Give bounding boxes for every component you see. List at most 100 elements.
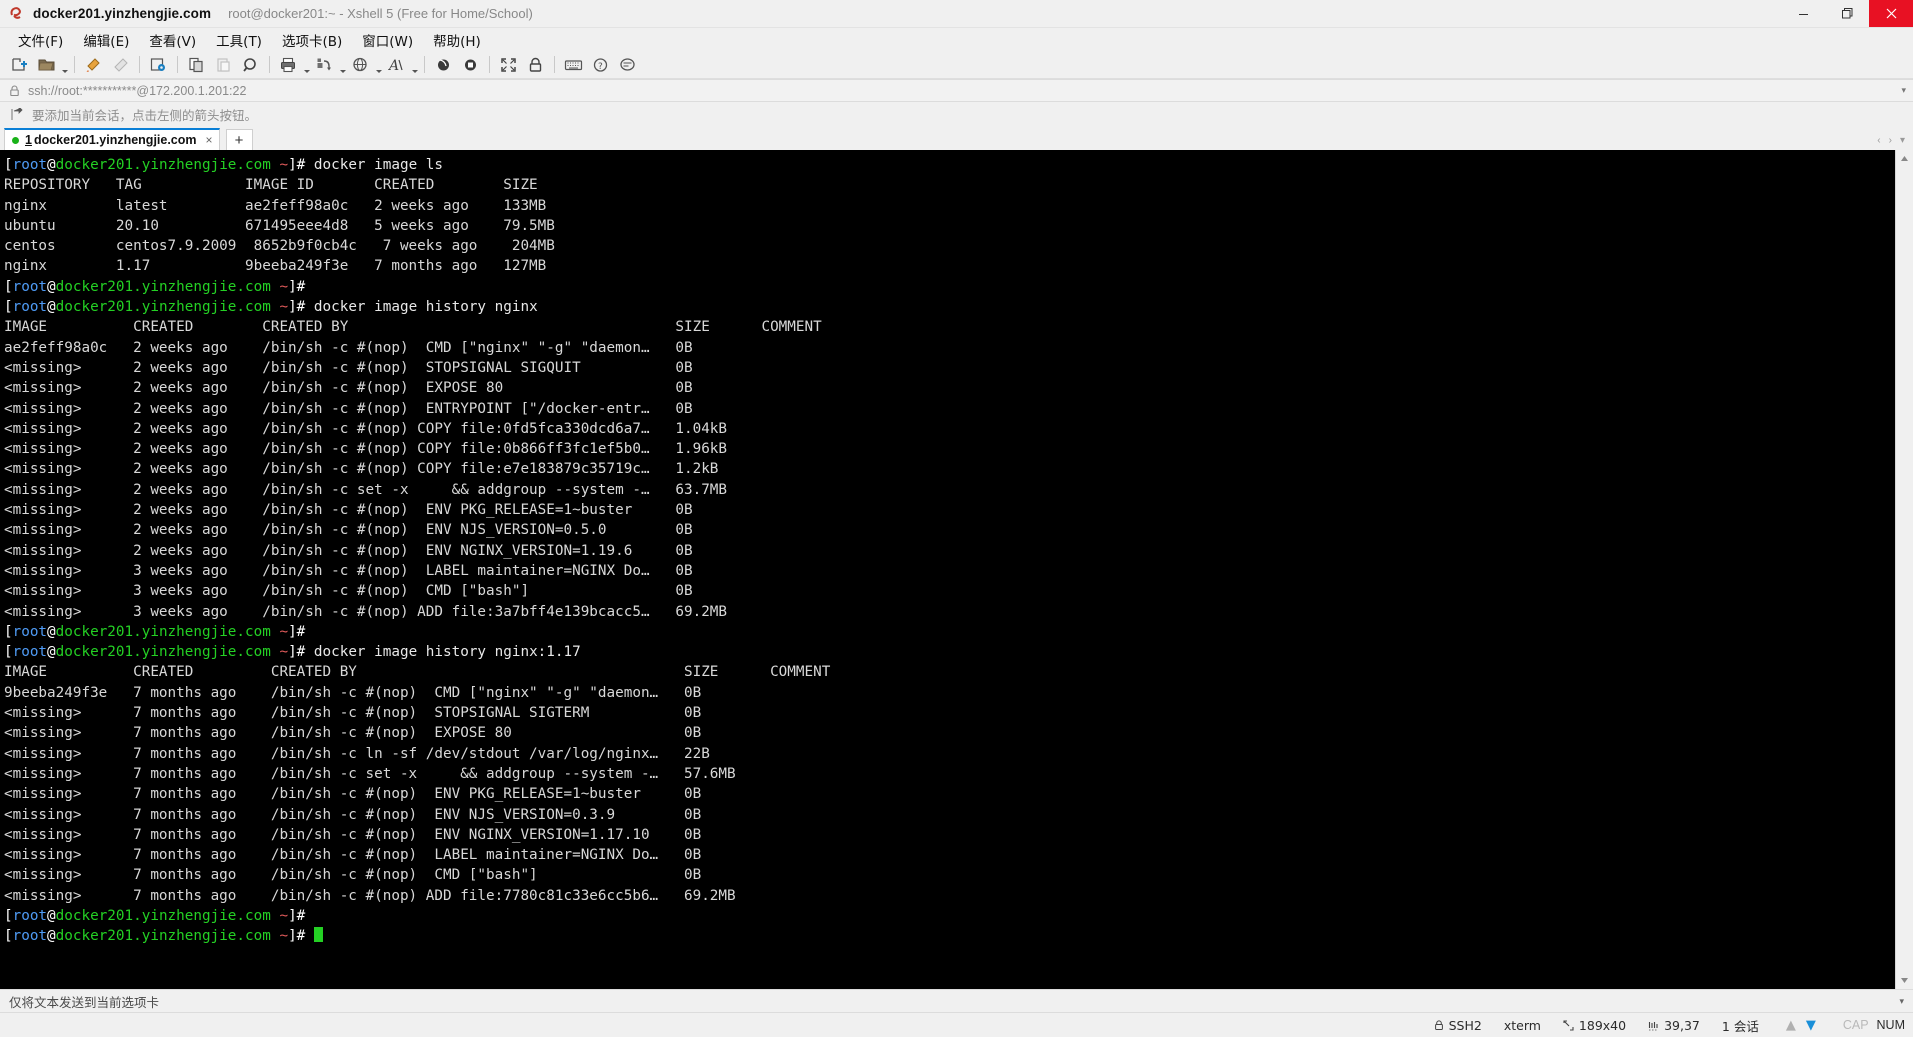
terminal-prompt-line: [root@docker201.yinzhengjie.com ~]# dock…: [4, 644, 581, 661]
transfer-icon[interactable]: [311, 53, 338, 76]
font-icon[interactable]: A: [383, 53, 410, 76]
terminal-scrollbar[interactable]: [1895, 150, 1913, 989]
menu-edit[interactable]: 编辑(E): [74, 28, 138, 52]
toolbar-separator: [554, 56, 555, 73]
terminal-line: <missing> 2 weeks ago /bin/sh -c #(nop) …: [4, 359, 693, 376]
new-session-icon[interactable]: [6, 53, 33, 76]
minimize-button[interactable]: [1781, 0, 1825, 27]
toolbar: A ?: [0, 51, 1913, 79]
terminal-cursor: [313, 927, 323, 943]
status-bar: SSH2 xterm 189x40 39,37 1 会话 ▲ ▼ CAP NUM: [0, 1012, 1913, 1037]
clear-icon[interactable]: [107, 53, 134, 76]
scroll-down-icon[interactable]: [1896, 972, 1913, 989]
tab-docker201[interactable]: 1 docker201.yinzhengjie.com ×: [4, 128, 220, 150]
help-icon[interactable]: ?: [587, 53, 614, 76]
keyboard-icon[interactable]: [560, 53, 587, 76]
send-to-label: 仅将文本发送到当前选项卡: [9, 994, 160, 1010]
status-terminal-type: xterm: [1493, 1013, 1552, 1037]
menu-help[interactable]: 帮助(H): [424, 28, 490, 52]
print-icon[interactable]: [275, 53, 302, 76]
window-title: docker201.yinzhengjie.com: [33, 6, 212, 21]
status-transfer: ▲ ▼: [1770, 1013, 1832, 1037]
tab-menu-icon[interactable]: ▾: [1896, 135, 1909, 146]
font-dropdown-icon[interactable]: [410, 51, 419, 79]
svg-text:?: ?: [598, 62, 603, 72]
tab-number: 1: [25, 133, 32, 147]
status-caps-lock: CAP: [1842, 1018, 1869, 1032]
status-protocol: SSH2: [1423, 1013, 1493, 1037]
highlight-icon[interactable]: [80, 53, 107, 76]
menu-file[interactable]: 文件(F): [9, 28, 72, 52]
terminal-line: centos centos7.9.2009 8652b9f0cb4c 7 wee…: [4, 238, 555, 255]
terminal-line: IMAGE CREATED CREATED BY SIZE COMMENT: [4, 319, 822, 336]
new-tab-button[interactable]: +: [225, 129, 253, 150]
xshell-app-icon: [8, 5, 25, 22]
add-session-icon[interactable]: [11, 108, 24, 121]
feedback-icon[interactable]: [614, 53, 641, 76]
print-dropdown-icon[interactable]: [302, 51, 311, 79]
open-folder-dropdown-icon[interactable]: [60, 51, 69, 79]
arrow-down-icon: ▼: [1805, 1017, 1816, 1033]
terminal-line: <missing> 7 months ago /bin/sh -c #(nop)…: [4, 705, 702, 722]
terminal-prompt-line: [root@docker201.yinzhengjie.com ~]# dock…: [4, 157, 444, 173]
close-button[interactable]: [1869, 0, 1913, 27]
terminal-active-prompt[interactable]: [root@docker201.yinzhengjie.com ~]#: [4, 926, 1895, 946]
session-notice-text: 要添加当前会话，点击左侧的箭头按钮。: [32, 108, 258, 123]
tab-label: docker201.yinzhengjie.com: [33, 133, 197, 147]
transfer-dropdown-icon[interactable]: [338, 51, 347, 79]
terminal-line: nginx latest ae2feff98a0c 2 weeks ago 13…: [4, 197, 547, 214]
tab-scroll-right-icon[interactable]: ›: [1885, 135, 1896, 146]
find-icon[interactable]: [237, 53, 264, 76]
svg-text:A: A: [388, 58, 399, 73]
resize-icon: [1563, 1019, 1574, 1031]
menu-tools[interactable]: 工具(T): [207, 28, 271, 52]
toolbar-separator: [489, 56, 490, 73]
open-folder-icon[interactable]: [33, 53, 60, 76]
toolbar-separator: [424, 56, 425, 73]
ssh-tunnel-icon[interactable]: [430, 53, 457, 76]
terminal-line: <missing> 2 weeks ago /bin/sh -c #(nop) …: [4, 420, 728, 437]
browser-dropdown-icon[interactable]: [374, 51, 383, 79]
copy-icon[interactable]: [183, 53, 210, 76]
session-notice-bar: 要添加当前会话，点击左侧的箭头按钮。: [0, 102, 1913, 127]
properties-icon[interactable]: [145, 53, 172, 76]
terminal-line: <missing> 2 weeks ago /bin/sh -c set -x …: [4, 481, 728, 498]
browser-icon[interactable]: [347, 53, 374, 76]
scroll-up-icon[interactable]: [1896, 150, 1913, 167]
tab-bar-controls: ‹ › ▾: [1873, 130, 1913, 150]
toolbar-separator: [139, 56, 140, 73]
terminal-line: <missing> 2 weeks ago /bin/sh -c #(nop) …: [4, 502, 693, 519]
terminal-line: <missing> 7 months ago /bin/sh -c #(nop)…: [4, 725, 702, 742]
maximize-button[interactable]: [1825, 0, 1869, 27]
terminal-output[interactable]: [root@docker201.yinzhengjie.com ~]# dock…: [0, 150, 1895, 989]
tab-scroll-left-icon[interactable]: ‹: [1873, 135, 1884, 146]
terminal-line: <missing> 7 months ago /bin/sh -c ln -sf…: [4, 745, 710, 762]
terminal-line: ae2feff98a0c 2 weeks ago /bin/sh -c #(no…: [4, 339, 693, 356]
terminal-line: <missing> 7 months ago /bin/sh -c #(nop)…: [4, 786, 702, 803]
menu-view[interactable]: 查看(V): [140, 28, 205, 52]
cursor-icon: [1648, 1020, 1659, 1031]
status-protocol-label: SSH2: [1448, 1017, 1482, 1033]
terminal-line: nginx 1.17 9beeba249f3e 7 months ago 127…: [4, 258, 547, 275]
arrow-up-icon: ▲: [1785, 1017, 1796, 1033]
terminal-area: [root@docker201.yinzhengjie.com ~]# dock…: [0, 150, 1913, 989]
chevron-down-icon[interactable]: ▾: [1901, 85, 1906, 96]
menu-tab[interactable]: 选项卡(B): [273, 28, 351, 52]
terminal-prompt-line: [root@docker201.yinzhengjie.com ~]#: [4, 278, 314, 295]
lock-icon: [1434, 1019, 1444, 1031]
compose-icon[interactable]: [457, 53, 484, 76]
send-to-dropdown-icon[interactable]: ▾: [1899, 996, 1904, 1007]
menu-bar: 文件(F) 编辑(E) 查看(V) 工具(T) 选项卡(B) 窗口(W) 帮助(…: [0, 28, 1913, 51]
address-input[interactable]: ssh://root:***********@172.200.1.201:22: [28, 84, 246, 98]
scrollbar-track[interactable]: [1896, 167, 1913, 972]
paste-icon[interactable]: [210, 53, 237, 76]
fullscreen-icon[interactable]: [495, 53, 522, 76]
lock-icon[interactable]: [522, 53, 549, 76]
terminal-line: IMAGE CREATED CREATED BY SIZE COMMENT: [4, 664, 831, 681]
menu-window[interactable]: 窗口(W): [353, 28, 422, 52]
terminal-line: <missing> 3 weeks ago /bin/sh -c #(nop) …: [4, 562, 693, 579]
address-bar[interactable]: ssh://root:***********@172.200.1.201:22 …: [0, 79, 1913, 102]
tab-close-icon[interactable]: ×: [206, 133, 213, 147]
send-to-bar[interactable]: 仅将文本发送到当前选项卡 ▾: [0, 989, 1913, 1012]
toolbar-separator: [269, 56, 270, 73]
